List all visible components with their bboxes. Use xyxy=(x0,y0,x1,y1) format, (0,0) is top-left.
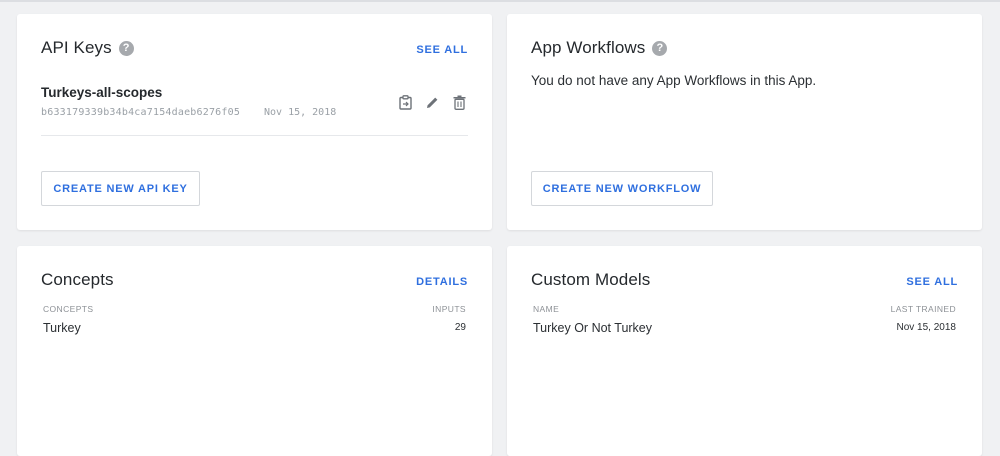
last-trained-column-header: LAST TRAINED xyxy=(890,304,956,314)
model-last-trained: Nov 15, 2018 xyxy=(896,322,957,333)
model-name[interactable]: Turkey Or Not Turkey xyxy=(533,321,652,335)
custom-models-card: Custom Models SEE ALL NAME LAST TRAINED … xyxy=(507,246,982,456)
api-keys-title-text: API Keys xyxy=(41,38,112,57)
concepts-column-header: CONCEPTS xyxy=(43,304,94,314)
api-keys-see-all-link[interactable]: SEE ALL xyxy=(416,44,468,56)
pencil-icon[interactable] xyxy=(424,94,441,111)
concepts-title: Concepts xyxy=(41,270,114,289)
workflows-empty-message: You do not have any App Workflows in thi… xyxy=(531,73,817,88)
api-key-hash: b633179339b34b4ca7154daeb6276f05 xyxy=(41,107,241,118)
api-key-actions xyxy=(397,94,468,111)
concepts-card: Concepts DETAILS CONCEPTS INPUTS Turkey … xyxy=(17,246,492,456)
concept-inputs-count: 29 xyxy=(454,322,466,333)
custom-models-title: Custom Models xyxy=(531,270,651,289)
app-workflows-title: App Workflows ? xyxy=(531,38,668,58)
trash-icon[interactable] xyxy=(451,94,468,111)
api-keys-divider xyxy=(41,135,468,136)
top-border xyxy=(0,0,1000,2)
create-workflow-button[interactable]: CREATE NEW WORKFLOW xyxy=(531,171,713,206)
create-api-key-button[interactable]: CREATE NEW API KEY xyxy=(41,171,200,206)
inputs-column-header: INPUTS xyxy=(432,304,466,314)
app-workflows-card: App Workflows ? You do not have any App … xyxy=(507,14,982,230)
concepts-details-link[interactable]: DETAILS xyxy=(416,276,468,288)
concept-name[interactable]: Turkey xyxy=(43,321,81,335)
api-key-name: Turkeys-all-scopes xyxy=(41,85,163,100)
help-icon[interactable]: ? xyxy=(652,40,668,56)
clipboard-icon[interactable] xyxy=(397,94,414,111)
app-workflows-title-text: App Workflows xyxy=(531,38,646,57)
custom-models-see-all-link[interactable]: SEE ALL xyxy=(906,276,958,288)
api-keys-card: API Keys ? SEE ALL Turkeys-all-scopes b6… xyxy=(17,14,492,230)
api-key-date: Nov 15, 2018 xyxy=(264,107,337,118)
api-keys-title: API Keys ? xyxy=(41,38,134,58)
help-icon[interactable]: ? xyxy=(118,40,134,56)
name-column-header: NAME xyxy=(533,304,560,314)
